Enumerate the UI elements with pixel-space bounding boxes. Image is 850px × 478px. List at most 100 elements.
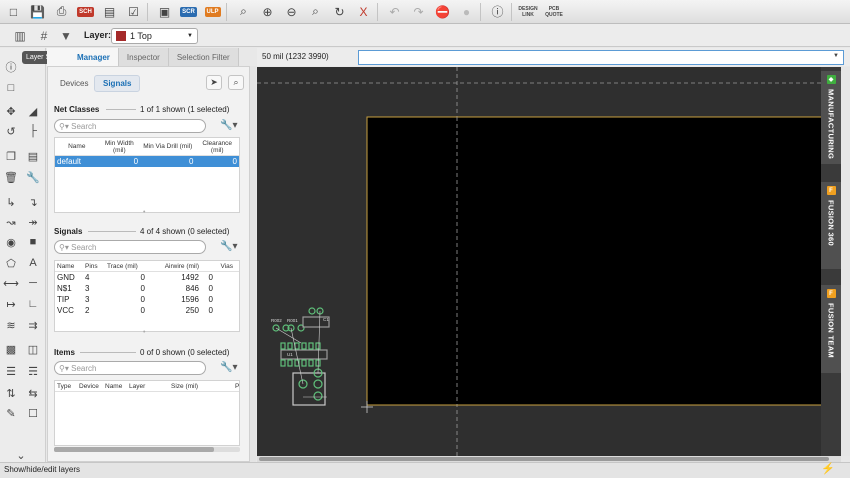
column-header[interactable]: Name [55, 263, 83, 270]
column-header[interactable]: Vias [201, 263, 235, 270]
delete-icon[interactable]: 🗑 [2, 168, 20, 186]
subtab-devices[interactable]: Devices [52, 75, 96, 92]
zoom-fit-icon[interactable]: ⌕ [233, 2, 254, 22]
meander-icon[interactable]: ≋ [2, 316, 20, 334]
column-header[interactable]: Min Width (mil) [99, 140, 141, 154]
route-icon[interactable]: ↳ [2, 193, 20, 211]
show-icon[interactable]: □ [2, 79, 20, 97]
script-button[interactable]: SCR [178, 2, 199, 22]
wrench-icon[interactable]: 🔧▾ [220, 241, 237, 252]
column-header[interactable]: Trace (mil) [105, 263, 147, 270]
signals-search-input[interactable]: ⚲▾ Search [54, 240, 206, 254]
lock-icon[interactable]: ◫ [24, 340, 42, 358]
items-search-input[interactable]: ⚲▾ Search [54, 361, 206, 375]
layer-settings-icon[interactable]: ▥ [10, 26, 30, 45]
resize-handle[interactable]: • [143, 329, 145, 336]
pcb-quote-button[interactable]: PCB QUOTE [541, 2, 567, 22]
stop-icon[interactable]: ⛔ [432, 2, 453, 22]
autoroute-icon[interactable]: ↝ [2, 213, 20, 231]
table-row[interactable]: VCC 2 0 250 0 [55, 305, 239, 316]
canvas-vertical-scrollbar[interactable] [841, 67, 850, 456]
column-header[interactable]: Min Via Drill (mil) [140, 143, 195, 150]
fusion-team-tab[interactable]: F FUSION TEAM [821, 285, 841, 373]
go-icon[interactable]: ● [456, 2, 477, 22]
ripup-icon[interactable]: ↠ [24, 213, 42, 231]
column-header[interactable]: Layer [127, 383, 169, 390]
schematic-switch-button[interactable]: SCH [75, 2, 96, 22]
info-icon[interactable]: ⓘ [2, 58, 20, 76]
table-row[interactable]: default 0 0 0 [55, 156, 239, 167]
tag-icon[interactable]: ☐ [24, 404, 42, 422]
tab-selection-filter[interactable]: Selection Filter [168, 48, 239, 66]
save-icon[interactable]: 💾 [27, 2, 48, 22]
rotate-icon[interactable]: ↺ [2, 122, 20, 140]
new-file-icon[interactable]: □ [3, 2, 24, 22]
panel-scrollbar[interactable] [250, 66, 256, 462]
cam-icon[interactable]: ▤ [99, 2, 120, 22]
align-icon[interactable]: ├ [24, 122, 42, 140]
ratsnest-icon[interactable]: Χ [353, 2, 374, 22]
column-header[interactable]: Name [55, 143, 99, 150]
group-icon[interactable]: ▩ [2, 340, 20, 358]
dimension-icon[interactable]: ⟷ [2, 274, 20, 292]
layer-select[interactable]: 1 Top ▼ [111, 28, 198, 44]
layers-3d-icon[interactable]: ▣ [154, 2, 175, 22]
zoom-select-icon[interactable]: ⌕ [228, 75, 244, 90]
tab-inspector[interactable]: Inspector [118, 48, 169, 66]
move-icon[interactable]: ✥ [2, 102, 20, 120]
redo-icon[interactable]: ↷ [408, 2, 429, 22]
table-row[interactable]: GND 4 0 1492 0 [55, 272, 239, 283]
lightning-icon[interactable]: ⚡ [821, 462, 835, 475]
copy-icon[interactable]: ❐ [2, 147, 20, 165]
attribute-icon[interactable]: ☰ [2, 362, 20, 380]
smash-icon[interactable]: ⇉ [24, 316, 42, 334]
replace-icon[interactable]: ⇆ [24, 384, 42, 402]
erc-icon[interactable]: ✎ [2, 404, 20, 422]
column-header[interactable]: Airwire (mil) [147, 263, 201, 270]
board-canvas[interactable]: R002 R001 C1 U1 [257, 67, 841, 456]
scrollbar-thumb[interactable] [259, 457, 829, 461]
paste-icon[interactable]: ▤ [24, 147, 42, 165]
redraw-icon[interactable]: ↻ [329, 2, 350, 22]
items-horizontal-scrollbar[interactable] [54, 447, 240, 452]
mirror-icon[interactable]: ◢ [24, 102, 42, 120]
resize-handle[interactable]: • [143, 209, 145, 216]
tab-manager[interactable]: Manager [47, 48, 119, 66]
command-line-input[interactable]: ▼ [358, 50, 844, 65]
table-row[interactable]: N$1 3 0 846 0 [55, 283, 239, 294]
sheet-icon[interactable]: ☑ [123, 2, 144, 22]
print-icon[interactable]: ⎙ [51, 2, 72, 22]
change-icon[interactable]: 🔧 [24, 168, 42, 186]
value-icon[interactable]: ☴ [24, 362, 42, 380]
zoom-select-icon[interactable]: ⌕ [305, 2, 326, 22]
grid-icon[interactable]: # [34, 26, 54, 45]
fusion-360-tab[interactable]: F FUSION 360 [821, 182, 841, 269]
ulp-button[interactable]: ULP [202, 2, 223, 22]
undo-icon[interactable]: ↶ [384, 2, 405, 22]
polygon-icon[interactable]: ⬠ [2, 254, 20, 272]
column-header[interactable]: Pins [83, 263, 105, 270]
column-header[interactable]: Type [55, 383, 77, 390]
table-row[interactable]: TIP 3 0 1596 0 [55, 294, 239, 305]
design-link-button[interactable]: DESIGN LINK [515, 2, 541, 22]
help-icon[interactable]: ⓘ [487, 2, 508, 22]
select-cursor-icon[interactable]: ➤ [206, 75, 222, 90]
zoom-in-icon[interactable]: ⊕ [257, 2, 278, 22]
chevron-down-icon[interactable]: ▼ [833, 53, 839, 59]
column-header[interactable]: P [233, 383, 239, 390]
net-classes-search-input[interactable]: ⚲▾ Search [54, 119, 206, 133]
optimize-icon[interactable]: ⇅ [2, 384, 20, 402]
zoom-out-icon[interactable]: ⊖ [281, 2, 302, 22]
wrench-icon[interactable]: 🔧▾ [220, 362, 237, 373]
column-header[interactable]: Device [77, 383, 103, 390]
wrench-icon[interactable]: 🔧▾ [220, 120, 237, 131]
arc-icon[interactable]: ∟ [24, 295, 42, 313]
via-icon[interactable]: ◉ [2, 233, 20, 251]
subtab-signals[interactable]: Signals [94, 75, 141, 92]
text-icon[interactable]: A [24, 254, 42, 272]
filter-icon[interactable]: ▼ [56, 26, 76, 45]
column-header[interactable]: Size (mil) [169, 383, 233, 390]
hole-icon[interactable]: ■ [24, 233, 42, 251]
scrollbar-thumb[interactable] [54, 447, 214, 452]
column-header[interactable]: Clearance (mil) [195, 140, 239, 154]
